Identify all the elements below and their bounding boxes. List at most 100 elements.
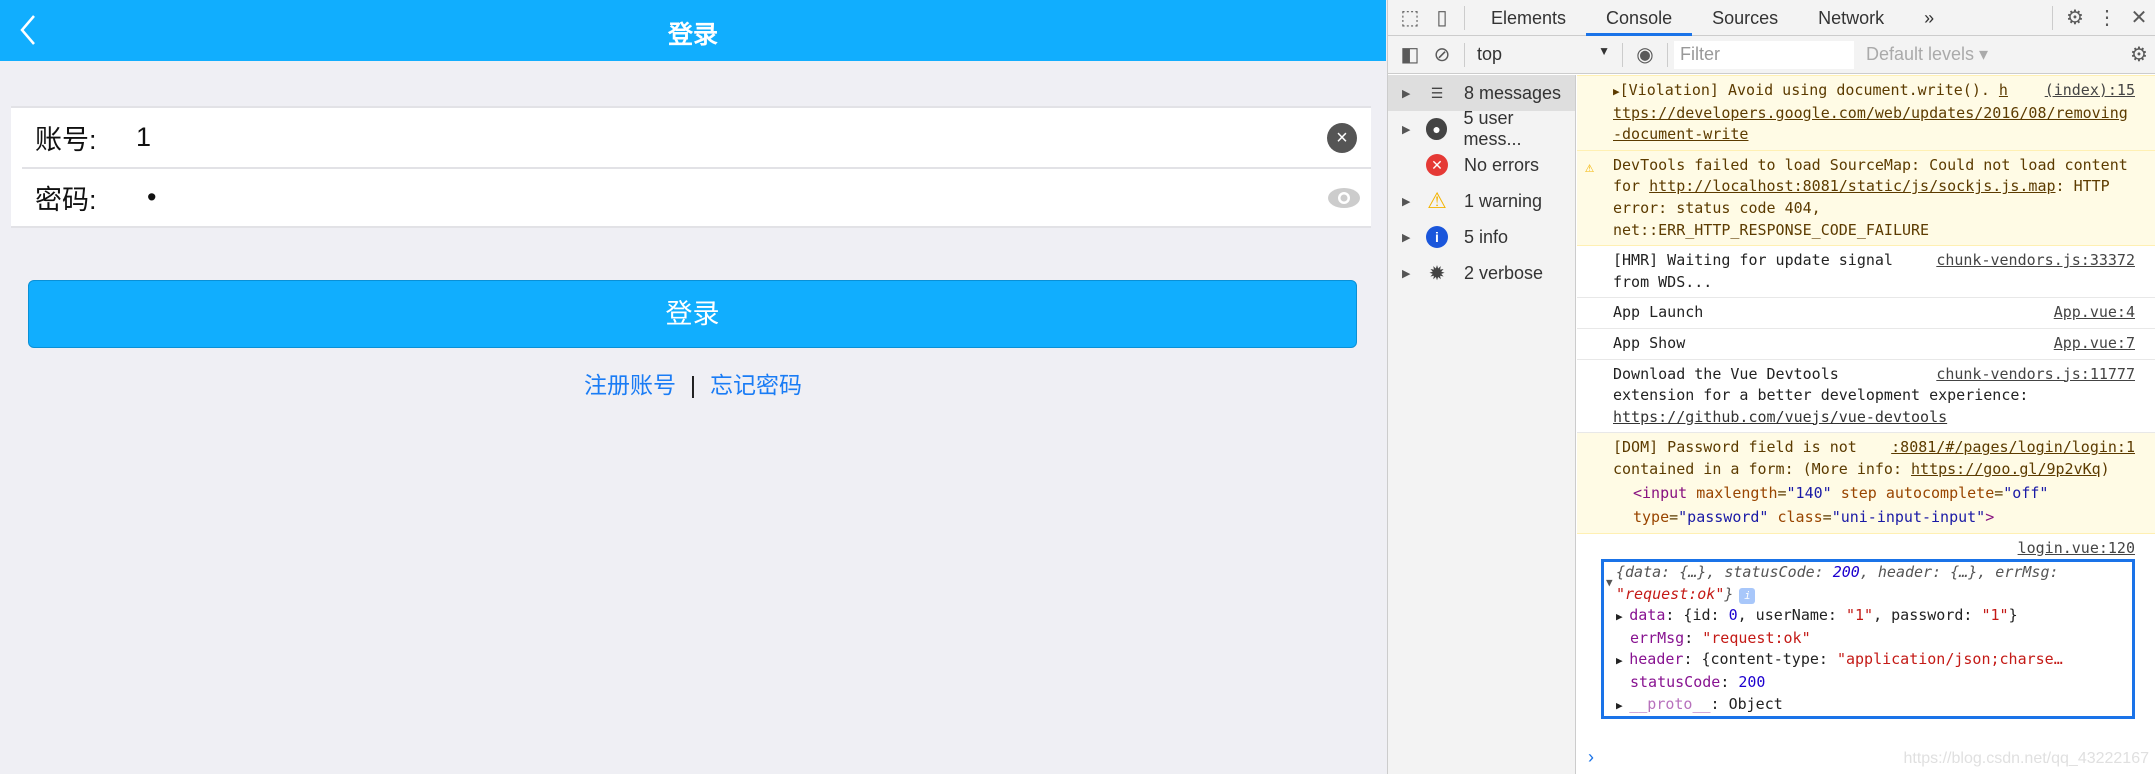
live-expression-eye-icon[interactable]: ◉ bbox=[1629, 39, 1661, 71]
clear-console-icon[interactable]: ⊘ bbox=[1426, 39, 1458, 71]
message-text: App Launch bbox=[1613, 303, 1704, 322]
sidebar-item-user-messages[interactable]: ▶ ● 5 user mess... bbox=[1388, 108, 1575, 149]
source-link[interactable]: chunk-vendors.js:11777 bbox=[1936, 364, 2135, 386]
sidebar-item-messages[interactable]: ▶ ☰ 8 messages bbox=[1388, 75, 1575, 111]
tab-elements[interactable]: Elements bbox=[1471, 0, 1586, 36]
context-selector[interactable]: top ▼ bbox=[1471, 44, 1616, 65]
password-label: 密码: bbox=[35, 185, 97, 215]
console-settings-icon[interactable]: ⚙ bbox=[2123, 39, 2155, 71]
sidebar-item-label: 8 messages bbox=[1464, 82, 1562, 103]
devtools-panel: ⬚ ▯ Elements Console Sources Network » ⚙… bbox=[1387, 0, 2155, 774]
tab-network[interactable]: Network bbox=[1798, 0, 1904, 36]
password-input[interactable]: • bbox=[147, 182, 1371, 213]
expand-arrow-icon: ▶ bbox=[1402, 231, 1411, 244]
device-toolbar-icon[interactable]: ▯ bbox=[1426, 2, 1458, 34]
sidebar-item-label: 5 info bbox=[1464, 226, 1509, 247]
context-value: top bbox=[1477, 44, 1503, 64]
sidebar-item-label: No errors bbox=[1464, 154, 1540, 175]
devtools-tabbar: ⬚ ▯ Elements Console Sources Network » ⚙… bbox=[1388, 0, 2155, 36]
console-message-vue-devtools: chunk-vendors.js:11777 Download the Vue … bbox=[1577, 360, 2155, 434]
sidebar-item-warnings[interactable]: ▶ ⚠ 1 warning bbox=[1388, 183, 1575, 219]
console-toolbar: ◧ ⊘ top ▼ ◉ Filter Default levels ▾ ⚙ bbox=[1388, 36, 2155, 74]
expand-arrow-icon: ▶ bbox=[1402, 87, 1411, 100]
forgot-password-link[interactable]: 忘记密码 bbox=[710, 372, 802, 398]
page-title: 登录 bbox=[667, 21, 718, 49]
console-message-violation: (index):15 ▶[Violation] Avoid using docu… bbox=[1577, 75, 2155, 151]
divider bbox=[1464, 5, 1465, 30]
console-message-login-response: login.vue:120 ▼ {data: {…}, statusCode: 2… bbox=[1577, 534, 2155, 724]
message-text: [HMR] Waiting for update signal from WDS… bbox=[1613, 251, 1893, 291]
sidebar-item-label: 2 verbose bbox=[1464, 262, 1544, 283]
console-sidebar: ▶ ☰ 8 messages ▶ ● 5 user mess... ✕ No errors… bbox=[1388, 75, 1576, 774]
login-form: 账号: 1 × 密码: • bbox=[11, 106, 1371, 228]
source-link[interactable]: App.vue:4 bbox=[2054, 302, 2135, 324]
account-input[interactable]: 1 bbox=[136, 122, 1371, 153]
expand-arrow-icon[interactable]: ▶ bbox=[1613, 85, 1620, 98]
console-prompt-icon[interactable]: › bbox=[1588, 747, 1594, 768]
show-sidebar-icon[interactable]: ◧ bbox=[1394, 39, 1426, 71]
source-link[interactable]: chunk-vendors.js:33372 bbox=[1936, 250, 2135, 272]
nav-bar: 登录 bbox=[0, 0, 1386, 61]
tab-console[interactable]: Console bbox=[1586, 0, 1693, 36]
tree-node-errmsg: errMsg: "request:ok" bbox=[1630, 628, 1811, 647]
message-text: [DOM] Password field is not contained in… bbox=[1613, 438, 1912, 478]
message-text: [Violation] Avoid using document.write()… bbox=[1619, 81, 1999, 99]
expand-arrow-icon: ▶ bbox=[1402, 195, 1411, 208]
tree-node-statuscode: statusCode: 200 bbox=[1630, 673, 1766, 692]
source-link[interactable]: App.vue:7 bbox=[2054, 333, 2135, 355]
account-row: 账号: 1 × bbox=[11, 108, 1371, 167]
divider bbox=[2052, 5, 2053, 30]
warning-icon: ⚠ bbox=[1585, 157, 1595, 176]
response-object-tree[interactable]: ▼ {data: {…}, statusCode: 200, header: {…… bbox=[1601, 559, 2135, 720]
message-link[interactable]: https://goo.gl/9p2vKq bbox=[1911, 460, 2101, 478]
watermark: https://blog.csdn.net/qq_43222167 bbox=[1903, 750, 2149, 767]
divider bbox=[1622, 42, 1623, 67]
settings-icon[interactable]: ⚙ bbox=[2059, 2, 2091, 34]
tree-node-proto[interactable]: ▶ __proto__: Object bbox=[1616, 694, 2132, 717]
link-separator: | bbox=[690, 372, 696, 398]
log-levels-dropdown[interactable]: Default levels ▾ bbox=[1866, 44, 1988, 65]
console-message-launch: App.vue:4 App Launch bbox=[1577, 298, 2155, 329]
close-icon[interactable]: ✕ bbox=[2123, 2, 2155, 34]
filter-input[interactable]: Filter bbox=[1674, 40, 1854, 69]
dropdown-arrow-icon: ▼ bbox=[1598, 44, 1610, 58]
expand-arrow-icon: ▶ bbox=[1616, 698, 1630, 712]
login-button[interactable]: 登录 bbox=[28, 280, 1357, 348]
dom-element-preview[interactable]: <input maxlength="140" step autocomplete… bbox=[1613, 481, 2135, 529]
console-message-warning: ⚠ DevTools failed to load SourceMap: Cou… bbox=[1577, 150, 2155, 247]
register-link[interactable]: 注册账号 bbox=[584, 372, 676, 398]
clear-icon[interactable]: × bbox=[1327, 122, 1357, 153]
sidebar-item-label: 1 warning bbox=[1464, 190, 1543, 211]
eye-icon[interactable] bbox=[1327, 186, 1361, 210]
source-link[interactable]: :8081/#/pages/login/login:1 bbox=[1891, 437, 2135, 459]
source-link[interactable]: (index):15 bbox=[2045, 80, 2135, 102]
console-messages: (index):15 ▶[Violation] Avoid using docu… bbox=[1577, 75, 2155, 774]
expand-arrow-icon: ▶ bbox=[1616, 610, 1630, 624]
divider bbox=[1667, 42, 1668, 67]
password-row: 密码: • bbox=[22, 167, 1371, 226]
tree-node-data[interactable]: ▶ data: {id: 0, userName: "1", password:… bbox=[1616, 605, 2132, 628]
info-badge-icon[interactable]: i bbox=[1739, 587, 1756, 604]
expand-arrow-icon: ▶ bbox=[1402, 123, 1411, 136]
message-link[interactable]: https://github.com/vuejs/vue-devtools bbox=[1613, 408, 1947, 426]
more-options-icon[interactable]: ⋮ bbox=[2091, 2, 2123, 34]
sidebar-item-verbose[interactable]: ▶ ✹ 2 verbose bbox=[1388, 255, 1575, 291]
sidebar-item-label: 5 user mess... bbox=[1463, 108, 1522, 149]
tree-node-header[interactable]: ▶ header: {content-type: "application/js… bbox=[1616, 649, 2132, 672]
mobile-app: 登录 账号: 1 × 密码: • 登录 注册账号 | 忘记密码 bbox=[0, 0, 1386, 774]
inspect-element-icon[interactable]: ⬚ bbox=[1394, 2, 1426, 34]
more-tabs-button[interactable]: » bbox=[1904, 0, 1954, 36]
divider bbox=[1464, 42, 1465, 67]
message-text: App Show bbox=[1613, 333, 1686, 352]
message-text: ) bbox=[2100, 459, 2110, 478]
collapse-arrow-icon[interactable]: ▼ bbox=[1606, 572, 1613, 594]
source-link[interactable]: login.vue:120 bbox=[2018, 539, 2135, 557]
console-message-hmr: chunk-vendors.js:33372 [HMR] Waiting for… bbox=[1577, 246, 2155, 299]
sidebar-item-info[interactable]: ▶ i 5 info bbox=[1388, 219, 1575, 255]
console-message-show: App.vue:7 App Show bbox=[1577, 329, 2155, 360]
message-link[interactable]: http://localhost:8081/static/js/sockjs.j… bbox=[1649, 177, 2055, 195]
expand-arrow-icon: ▶ bbox=[1402, 267, 1411, 280]
tab-sources[interactable]: Sources bbox=[1692, 0, 1798, 36]
sidebar-item-errors[interactable]: ✕ No errors bbox=[1388, 147, 1575, 183]
list-icon: ☰ bbox=[1430, 84, 1444, 101]
